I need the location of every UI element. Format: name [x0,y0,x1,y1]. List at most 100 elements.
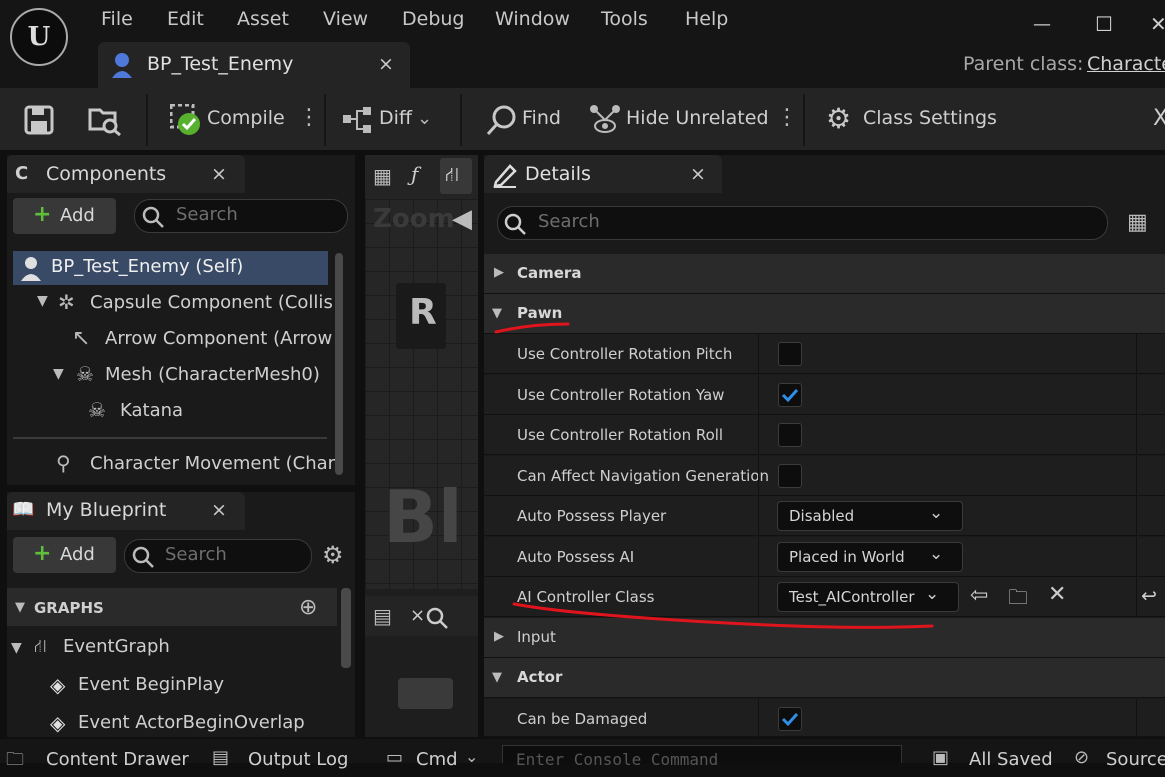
use-selected-asset-icon[interactable]: ⇦ [970,583,988,608]
save-icon[interactable] [24,105,54,135]
my-blueprint-scrollbar[interactable] [341,588,351,668]
compile-options-icon[interactable]: ⋮ [298,107,320,129]
class-settings-button[interactable]: Class Settings [863,107,997,129]
chevron-down-icon: ⌄ [465,747,479,766]
hide-unrelated-options-icon[interactable]: ⋮ [776,107,798,129]
gear-icon[interactable]: ⚙ [322,541,344,569]
details-tab[interactable] [484,155,722,193]
components-scrollbar[interactable] [335,253,343,475]
menu-window[interactable]: Window [495,8,570,30]
browse-asset-icon[interactable] [88,104,122,136]
menu-file[interactable]: File [101,8,133,30]
checkbox-nav[interactable] [778,464,802,488]
menu-help[interactable]: Help [685,8,728,30]
zoom-label: Zoom [373,204,455,234]
gear-icon[interactable]: ⚙ [826,102,851,135]
checkbox-roll[interactable] [778,423,802,447]
auto-possess-ai-value: Placed in World [789,548,905,566]
hide-unrelated-icon[interactable] [589,104,621,136]
close-window-button[interactable]: ✕ [1150,12,1165,36]
add-graph-icon[interactable]: ⊕ [299,595,317,620]
compiler-results-icon[interactable]: ▤ [373,604,392,628]
diff-icon[interactable] [343,107,375,133]
category-camera[interactable]: ▶ Camera [484,254,1165,294]
components-icon: C [15,163,29,184]
auto-possess-player-dropdown[interactable]: Disabled ⌄ [777,501,963,531]
back-arrow-icon[interactable]: ◀ [452,204,472,234]
capsule-icon: ✲ [58,290,75,314]
checkbox-can-be-damaged[interactable] [778,707,802,731]
tree-item-character-movement[interactable]: Character Movement (Char [90,453,335,474]
menu-edit[interactable]: Edit [167,8,204,30]
find-button-box[interactable] [398,678,453,709]
compile-button[interactable]: Compile [207,107,285,129]
function-icon[interactable]: ƒ [411,162,418,186]
tree-item-arrow[interactable]: Arrow Component (Arrow [105,328,332,349]
all-saved-indicator[interactable]: All Saved [969,749,1053,770]
category-pawn[interactable]: ▼ Pawn [484,294,1165,334]
output-log-button[interactable]: Output Log [248,749,348,770]
clear-icon[interactable]: ✕ [1048,582,1066,607]
parent-class-link[interactable]: Characte [1087,53,1165,75]
components-search-input[interactable] [134,199,348,233]
details-close-button[interactable]: × [690,163,706,185]
save-status-icon: ▣ [932,747,950,768]
graph-item-begin-play[interactable]: Event BeginPlay [78,674,224,695]
menu-asset[interactable]: Asset [237,8,289,30]
diff-button[interactable]: Diff [379,107,412,129]
graph-item-eventgraph[interactable]: EventGraph [63,636,170,657]
asset-tab-close-button[interactable]: × [378,53,394,75]
cmd-icon: ▭ [386,747,404,768]
source-control-button[interactable]: Source [1106,749,1165,770]
property-row: Use Controller Rotation Pitch [484,334,1165,374]
find-icon[interactable] [486,104,518,136]
find-button[interactable]: Find [522,107,561,129]
asset-tab-label: BP_Test_Enemy [147,53,294,75]
hide-unrelated-button[interactable]: Hide Unrelated [626,107,769,129]
graph-item-begin-overlap[interactable]: Event ActorBeginOverlap [78,712,305,733]
expand-arrow-icon[interactable]: ▼ [11,640,22,656]
cmd-dropdown[interactable]: Cmd [416,749,458,770]
checkbox-yaw[interactable] [778,383,802,407]
search-icon[interactable] [426,607,448,629]
character-movement-icon: ⚲ [56,451,71,475]
property-matrix-icon[interactable]: ▦ [1127,210,1148,235]
my-blueprint-search-placeholder: Search [165,544,227,565]
minimize-button[interactable]: — [1033,14,1051,35]
my-blueprint-close-button[interactable]: × [211,499,227,521]
expanded-arrow-icon: ▼ [492,670,502,685]
expand-arrow-icon[interactable]: ▼ [37,293,48,309]
compile-status-icon[interactable] [170,104,202,136]
menu-debug[interactable]: Debug [402,8,464,30]
components-close-button[interactable]: × [211,163,227,185]
auto-possess-player-value: Disabled [789,507,855,525]
parent-class-label: Parent class: [963,53,1084,75]
checkmark-icon [781,712,799,727]
browse-folder-icon[interactable]: 🗀 [1008,583,1028,617]
search-icon [504,213,526,235]
tree-item-katana[interactable]: Katana [120,400,183,421]
tree-item-capsule[interactable]: Capsule Component (Collis [90,292,333,313]
toolbar-overflow-icon[interactable]: X [1153,106,1165,131]
property-row: Can be Damaged [484,699,1165,739]
maximize-button[interactable]: ☐ [1095,12,1113,36]
menu-tools[interactable]: Tools [601,8,648,30]
property-row: Can Affect Navigation Generation [484,456,1165,496]
tree-item-mesh[interactable]: Mesh (CharacterMesh0) [105,364,320,385]
components-add-label: Add [60,205,95,226]
arrow-component-icon: ↖ [72,326,91,351]
reset-to-default-icon[interactable]: ↩ [1141,585,1157,607]
checkbox-pitch[interactable] [778,342,802,366]
unreal-logo-icon[interactable]: U [10,8,68,66]
auto-possess-ai-dropdown[interactable]: Placed in World ⌄ [777,542,963,572]
category-actor[interactable]: ▼ Actor [484,658,1165,698]
tree-item-self: BP_Test_Enemy (Self) [51,256,244,277]
viewport-grid-icon[interactable]: ▦ [373,164,392,188]
toolbar-separator [146,94,148,146]
menu-view[interactable]: View [323,8,368,30]
expand-arrow-icon[interactable]: ▼ [53,366,64,382]
content-drawer-button[interactable]: Content Drawer [46,749,189,770]
expand-arrow-icon[interactable]: ▼ [15,600,25,615]
toolbar-separator [324,94,326,146]
close-icon[interactable]: × [410,605,425,626]
